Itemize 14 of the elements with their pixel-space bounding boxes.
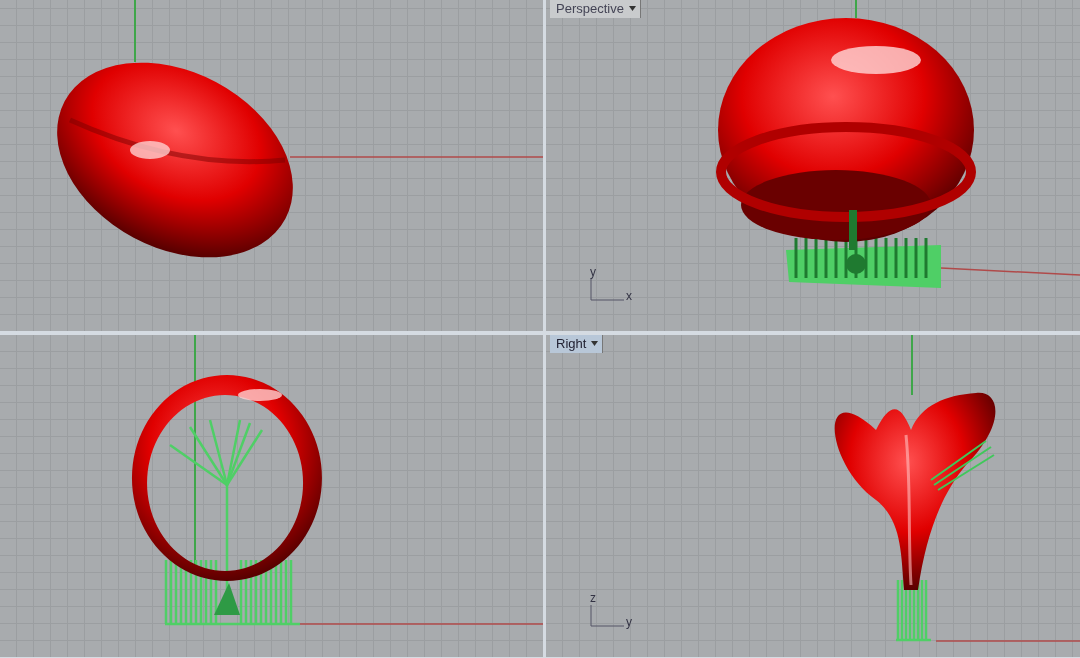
viewport[interactable] (0, 0, 543, 331)
viewport[interactable]: Perspective y x (546, 0, 1080, 331)
caret-icon[interactable] (628, 6, 636, 11)
axis-label: y (626, 615, 632, 629)
viewport-tab[interactable]: Right (550, 335, 604, 353)
viewport[interactable]: Right z y (546, 335, 1080, 657)
viewport[interactable] (0, 335, 543, 657)
caret-icon[interactable] (591, 341, 599, 346)
viewport-tab[interactable]: Perspective (550, 0, 641, 18)
axis-label: z (590, 591, 596, 605)
axis-indicator-icon (590, 279, 624, 301)
axis-label: x (626, 289, 632, 303)
axis-label: y (590, 265, 596, 279)
axis-indicator-icon (590, 605, 624, 627)
